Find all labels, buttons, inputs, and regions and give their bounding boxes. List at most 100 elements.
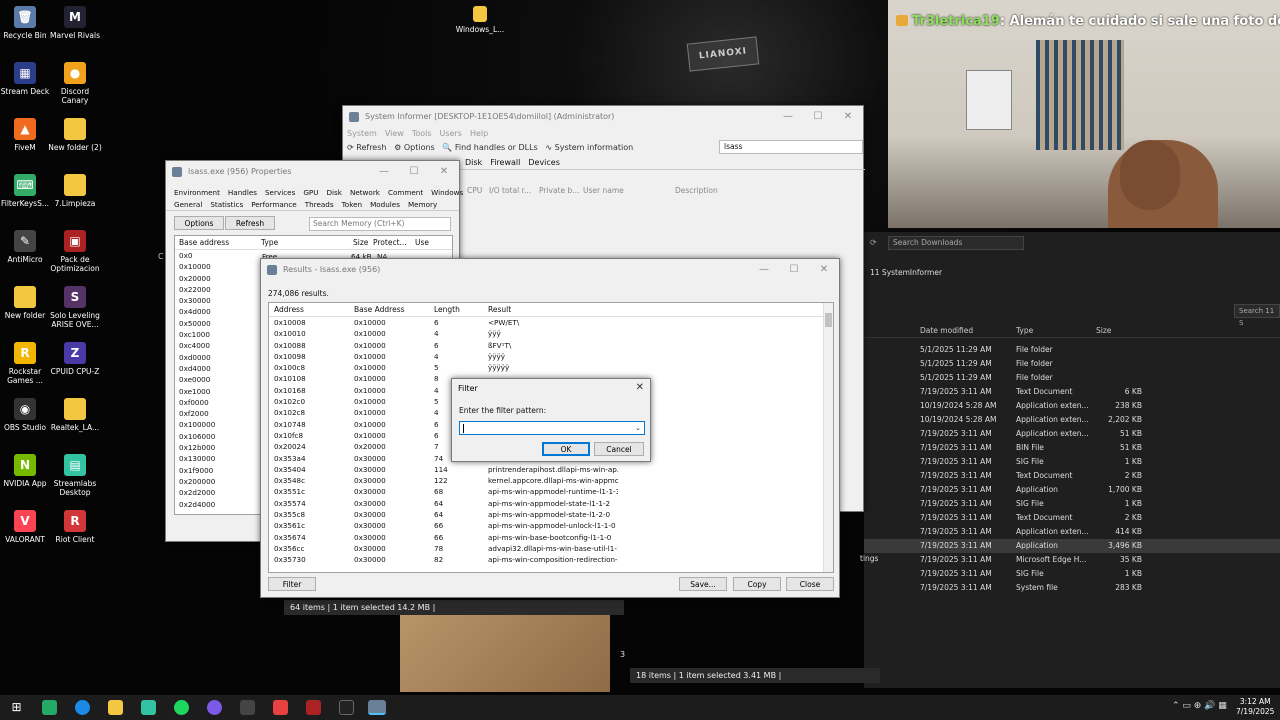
tab-memory[interactable]: Memory <box>404 199 441 211</box>
close-button-bottom[interactable]: Close <box>786 577 834 591</box>
table-row[interactable]: 0x10010 0x10000 4 ÿÿÿ <box>274 328 833 339</box>
list-item[interactable]: 7/19/2025 3:11 AM Application 1,700 KB <box>864 483 1280 497</box>
col-base-address[interactable]: Base Address <box>354 303 434 317</box>
desktop-icon[interactable]: Realtek_LA... <box>47 398 103 432</box>
desktop-icon[interactable]: ▦ Stream Deck <box>0 62 53 96</box>
list-item[interactable]: 7/19/2025 3:11 AM Text Document 2 KB <box>864 511 1280 525</box>
start-button[interactable]: ⊞ <box>9 700 24 715</box>
desktop-icon[interactable]: ▤ Streamlabs Desktop <box>47 454 103 497</box>
tab-comment[interactable]: Comment <box>384 187 427 199</box>
find-handles-button[interactable]: Find handles or DLLs <box>455 143 538 152</box>
table-row[interactable]: 0x10088 0x10000 6 ßFV¹T\ <box>274 340 833 351</box>
tab-disk[interactable]: Disk <box>461 156 486 170</box>
desktop-icon[interactable]: 🗑 Recycle Bin <box>0 6 53 40</box>
discord-icon[interactable] <box>207 700 222 715</box>
list-item[interactable]: 7/19/2025 3:11 AM Microsoft Edge H... 35 K… <box>864 553 1280 567</box>
tab-firewall[interactable]: Firewall <box>486 156 524 170</box>
maximize-button[interactable]: ☐ <box>803 106 833 128</box>
col-size[interactable]: Size <box>1096 324 1111 338</box>
desktop-icon[interactable]: S Solo Leveling ARISE OVE... <box>47 286 103 329</box>
col-date[interactable]: Date modified <box>920 324 1016 338</box>
tab-token[interactable]: Token <box>338 199 366 211</box>
options-button[interactable]: Options <box>174 216 224 230</box>
menu-view[interactable]: View <box>385 129 404 138</box>
filter-button[interactable]: Filter <box>268 577 316 591</box>
list-item[interactable]: 7/19/2025 3:11 AM BIN File 51 KB <box>864 441 1280 455</box>
pack-icon[interactable] <box>306 700 321 715</box>
col-io[interactable]: I/O total r... <box>489 184 539 198</box>
refresh-icon[interactable]: ⟳ <box>870 238 877 247</box>
taskbar-app-icon[interactable] <box>42 700 57 715</box>
menu-help[interactable]: Help <box>470 129 488 138</box>
tab-services[interactable]: Services <box>261 187 299 199</box>
explorer-search-downloads[interactable]: Search Downloads <box>888 236 1024 250</box>
scrollbar[interactable] <box>823 303 833 572</box>
tab-network[interactable]: Network <box>346 187 384 199</box>
desktop-icon[interactable]: ● Discord Canary <box>47 62 103 105</box>
list-item[interactable]: 7/19/2025 3:11 AM Application 3,496 KB <box>864 539 1280 553</box>
explorer-path[interactable]: 11 SystemInformer <box>870 268 942 277</box>
explorer-search-folder[interactable]: Search 11 S <box>1234 304 1280 327</box>
col-protect[interactable]: Protect... <box>373 236 415 250</box>
list-item[interactable]: 10/19/2024 5:28 AM Application exten... 2,… <box>864 413 1280 427</box>
maximize-button[interactable]: ☐ <box>779 259 809 281</box>
desktop-icon[interactable]: ✎ AntiMicro <box>0 230 53 264</box>
col-description[interactable]: Description <box>675 184 718 198</box>
list-item[interactable]: 7/19/2025 3:11 AM Application exten... 414… <box>864 525 1280 539</box>
table-row[interactable]: 0x100c8 0x10000 5 ÿÿÿÿÿ <box>274 362 833 373</box>
table-row[interactable]: 0x35730 0x30000 82 api-ms-win-composition-r… <box>274 554 833 565</box>
streamlabs-icon[interactable] <box>141 700 156 715</box>
spotify-icon[interactable] <box>174 700 189 715</box>
col-address[interactable]: Address <box>274 303 354 317</box>
filter-pattern-input[interactable]: ⌄ <box>459 421 645 435</box>
menu-users[interactable]: Users <box>440 129 462 138</box>
close-button[interactable]: ✕ <box>833 106 863 128</box>
col-base-address[interactable]: Base address <box>179 236 261 250</box>
table-row[interactable]: 0x355c8 0x30000 64 api-ms-win-appmodel-stat… <box>274 509 833 520</box>
table-row[interactable]: 0x3548c 0x30000 122 kernel.appcore.dllapi-m… <box>274 475 833 486</box>
minimize-button[interactable]: — <box>369 161 399 183</box>
desktop-icon[interactable]: Z CPUID CPU-Z <box>47 342 103 376</box>
list-item[interactable]: 7/19/2025 3:11 AM SIG File 1 KB <box>864 455 1280 469</box>
file-explorer-icon[interactable] <box>108 700 123 715</box>
desktop-folder-windows[interactable]: Windows_L... <box>452 6 508 34</box>
list-item[interactable]: 7/19/2025 3:11 AM Application exten... 51 … <box>864 427 1280 441</box>
close-button[interactable]: ✕ <box>809 259 839 281</box>
tab-modules[interactable]: Modules <box>366 199 404 211</box>
desktop-icon[interactable]: R Rockstar Games ... <box>0 342 53 385</box>
close-button[interactable]: ✕ <box>429 161 459 183</box>
list-item[interactable]: 7/19/2025 3:11 AM SIG File 1 KB <box>864 497 1280 511</box>
desktop-icon[interactable]: 7.Limpieza <box>47 174 103 208</box>
table-row[interactable]: 0x3551c 0x30000 68 api-ms-win-appmodel-runt… <box>274 486 833 497</box>
system-information-button[interactable]: System information <box>555 143 634 152</box>
clock[interactable]: 3:12 AM 7/19/2025 <box>1236 697 1274 717</box>
col-type[interactable]: Type <box>261 236 353 250</box>
tab-gpu[interactable]: GPU <box>299 187 322 199</box>
copy-button[interactable]: Copy <box>733 577 781 591</box>
list-item[interactable]: 7/19/2025 3:11 AM Text Document 6 KB <box>864 385 1280 399</box>
list-item[interactable]: 7/19/2025 3:11 AM System file 283 KB <box>864 581 1280 595</box>
desktop-icon[interactable]: N NVIDIA App <box>0 454 53 488</box>
tab-general[interactable]: General <box>170 199 206 211</box>
list-item[interactable]: 5/1/2025 11:29 AM File folder <box>864 371 1280 385</box>
tab-disk[interactable]: Disk <box>322 187 345 199</box>
tab-statistics[interactable]: Statistics <box>206 199 247 211</box>
table-row[interactable]: 0x356cc 0x30000 78 advapi32.dllapi-ms-win-b… <box>274 543 833 554</box>
desktop-icon[interactable]: M Marvel Rivals <box>47 6 103 40</box>
chevron-down-icon[interactable]: ⌄ <box>635 422 641 434</box>
col-type[interactable]: Type <box>1016 324 1096 338</box>
col-length[interactable]: Length <box>434 303 488 317</box>
table-row[interactable]: 0x10008 0x10000 6 <PW/ET\ <box>274 317 833 328</box>
process-search-input[interactable]: lsass <box>719 140 863 154</box>
tab-threads[interactable]: Threads <box>301 199 338 211</box>
memory-search-input[interactable]: Search Memory (Ctrl+K) <box>309 217 451 231</box>
system-informer-taskbar-icon[interactable] <box>368 700 386 715</box>
col-private[interactable]: Private b... <box>539 184 583 198</box>
list-item[interactable]: 5/1/2025 11:29 AM File folder <box>864 343 1280 357</box>
col-use[interactable]: Use <box>415 236 429 250</box>
tab-performance[interactable]: Performance <box>247 199 301 211</box>
desktop-icon[interactable]: ▣ Pack de Optimizacion <box>47 230 103 273</box>
menu-system[interactable]: System <box>347 129 377 138</box>
edge-icon[interactable] <box>75 700 90 715</box>
col-size[interactable]: Size <box>353 236 373 250</box>
